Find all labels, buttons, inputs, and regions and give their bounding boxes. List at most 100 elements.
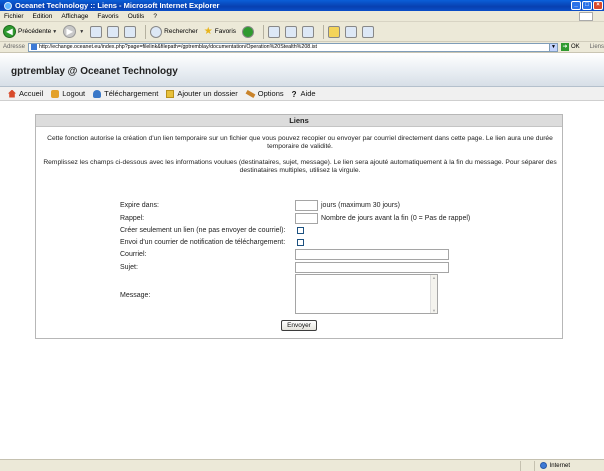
nav-label: Options: [257, 89, 284, 98]
nav-label: Accueil: [19, 89, 44, 98]
back-arrow-icon: ◀: [3, 25, 16, 38]
rappel-input[interactable]: [295, 213, 318, 224]
favorites-button[interactable]: ★ Favoris: [204, 26, 236, 37]
folder-icon[interactable]: [328, 25, 341, 38]
nav-logout[interactable]: Logout: [51, 89, 85, 98]
notify-label: Envoi d'un courrier de notification de t…: [120, 239, 286, 246]
chevron-down-icon: ▼: [52, 28, 58, 35]
toolbar-separator: [323, 24, 325, 39]
home-icon: [8, 89, 16, 98]
window-titlebar[interactable]: Oceanet Technology :: Liens - Microsoft …: [0, 0, 604, 11]
home-page-icon[interactable]: [124, 25, 137, 38]
nav-aide[interactable]: ? Aide: [291, 89, 316, 99]
refresh-icon[interactable]: [107, 25, 120, 38]
rappel-hint: Nombre de jours avant la fin (0 = Pas de…: [321, 215, 471, 222]
stop-icon[interactable]: [90, 25, 103, 38]
download-icon: [93, 89, 102, 98]
zone-label: Internet: [549, 462, 570, 469]
message-label: Message:: [120, 292, 151, 299]
media-icon[interactable]: [242, 25, 255, 38]
maximize-button[interactable]: □: [582, 1, 592, 10]
status-divider: [534, 460, 535, 471]
subject-label: Sujet:: [120, 264, 138, 271]
intro-text: Cette fonction autorise la création d'un…: [47, 135, 553, 150]
menu-affichage[interactable]: Affichage: [61, 13, 88, 20]
instructions-text: Remplissez les champs ci-dessous avec le…: [43, 159, 557, 174]
options-icon: [245, 89, 256, 98]
search-icon: [150, 25, 163, 38]
link-only-label: Créer seulement un lien (ne pas envoyer …: [120, 227, 286, 234]
forward-button[interactable]: ▶ ▼: [63, 25, 84, 38]
panel-title: Liens: [36, 115, 562, 127]
mail-icon[interactable]: [268, 25, 281, 38]
go-button[interactable]: ➜ OK: [560, 43, 580, 51]
address-label: Adresse: [3, 44, 26, 50]
forward-arrow-icon: ▶: [63, 25, 77, 38]
go-label: OK: [570, 44, 580, 50]
notify-checkbox[interactable]: [297, 239, 304, 246]
edit-icon[interactable]: [302, 25, 315, 38]
search-button[interactable]: Rechercher: [150, 25, 198, 38]
address-url: http://echange.oceanet.eu/index.php?page…: [39, 44, 318, 50]
back-label: Précédente: [18, 28, 52, 35]
print-icon[interactable]: [285, 25, 298, 38]
menu-favoris[interactable]: Favoris: [97, 13, 118, 20]
status-bar: Internet: [0, 459, 604, 471]
globe-icon: [539, 462, 547, 469]
link-only-checkbox[interactable]: [297, 227, 304, 234]
expire-input[interactable]: [295, 200, 318, 211]
status-divider: [520, 460, 521, 471]
menu-help[interactable]: ?: [153, 13, 157, 20]
chevron-down-icon: ▼: [79, 28, 85, 35]
message-textarea[interactable]: [295, 274, 438, 314]
security-zone: Internet: [539, 462, 570, 469]
minimize-button[interactable]: _: [571, 1, 581, 10]
star-icon: ★: [203, 26, 213, 37]
links-label[interactable]: Liens: [590, 44, 604, 50]
nav-telechargement[interactable]: Téléchargement: [93, 89, 158, 98]
menu-fichier[interactable]: Fichier: [4, 13, 24, 20]
address-bar: Adresse http://echange.oceanet.eu/index.…: [0, 42, 604, 53]
search-label: Rechercher: [164, 28, 198, 35]
web-page: gptremblay @ Oceanet Technology Accueil …: [0, 53, 604, 459]
close-button[interactable]: ×: [593, 1, 603, 10]
address-dropdown[interactable]: ▼: [548, 43, 557, 51]
logout-icon: [51, 89, 60, 98]
nav-label: Téléchargement: [104, 89, 159, 98]
go-arrow-icon: ➜: [560, 43, 569, 51]
subject-input[interactable]: [295, 262, 449, 273]
nav-label: Aide: [300, 89, 316, 98]
menu-edition[interactable]: Edition: [33, 13, 53, 20]
nav-label: Logout: [62, 89, 86, 98]
nav-label: Ajouter un dossier: [177, 89, 238, 98]
links-panel: Liens Cette fonction autorise la créatio…: [35, 114, 563, 339]
back-button[interactable]: ◀ Précédente ▼: [3, 25, 57, 38]
nav-ajouter-dossier[interactable]: Ajouter un dossier: [166, 89, 238, 98]
browser-toolbar: ◀ Précédente ▼ ▶ ▼ Rechercher ★ Favoris: [0, 22, 604, 42]
site-title: gptremblay @ Oceanet Technology: [11, 66, 178, 77]
rappel-label: Rappel:: [120, 215, 145, 222]
nav-accueil[interactable]: Accueil: [8, 89, 43, 98]
address-input[interactable]: http://echange.oceanet.eu/index.php?page…: [28, 42, 558, 52]
window-title: Oceanet Technology :: Liens - Microsoft …: [15, 1, 220, 10]
nav-options[interactable]: Options: [245, 89, 284, 98]
toolbar-separator: [263, 24, 265, 39]
ie-logo-icon: [4, 1, 12, 10]
toolbar-separator: [145, 24, 147, 39]
favorites-label: Favoris: [214, 28, 237, 35]
site-header: gptremblay @ Oceanet Technology: [0, 53, 604, 87]
research-icon[interactable]: [345, 25, 358, 38]
email-label: Courriel:: [120, 251, 147, 258]
email-input[interactable]: [295, 249, 449, 260]
textarea-scrollbar[interactable]: [430, 275, 437, 313]
expire-label: Expire dans:: [120, 202, 159, 209]
site-nav: Accueil Logout Téléchargement Ajouter un…: [0, 87, 604, 101]
send-button[interactable]: Envoyer: [281, 320, 317, 331]
messenger-icon[interactable]: [362, 25, 375, 38]
menu-outils[interactable]: Outils: [128, 13, 145, 20]
expire-hint: jours (maximum 30 jours): [321, 202, 400, 209]
menu-bar: Fichier Edition Affichage Favoris Outils…: [0, 11, 604, 22]
folder-icon: [166, 89, 175, 98]
help-icon: ?: [291, 89, 297, 99]
page-icon: [31, 44, 38, 50]
